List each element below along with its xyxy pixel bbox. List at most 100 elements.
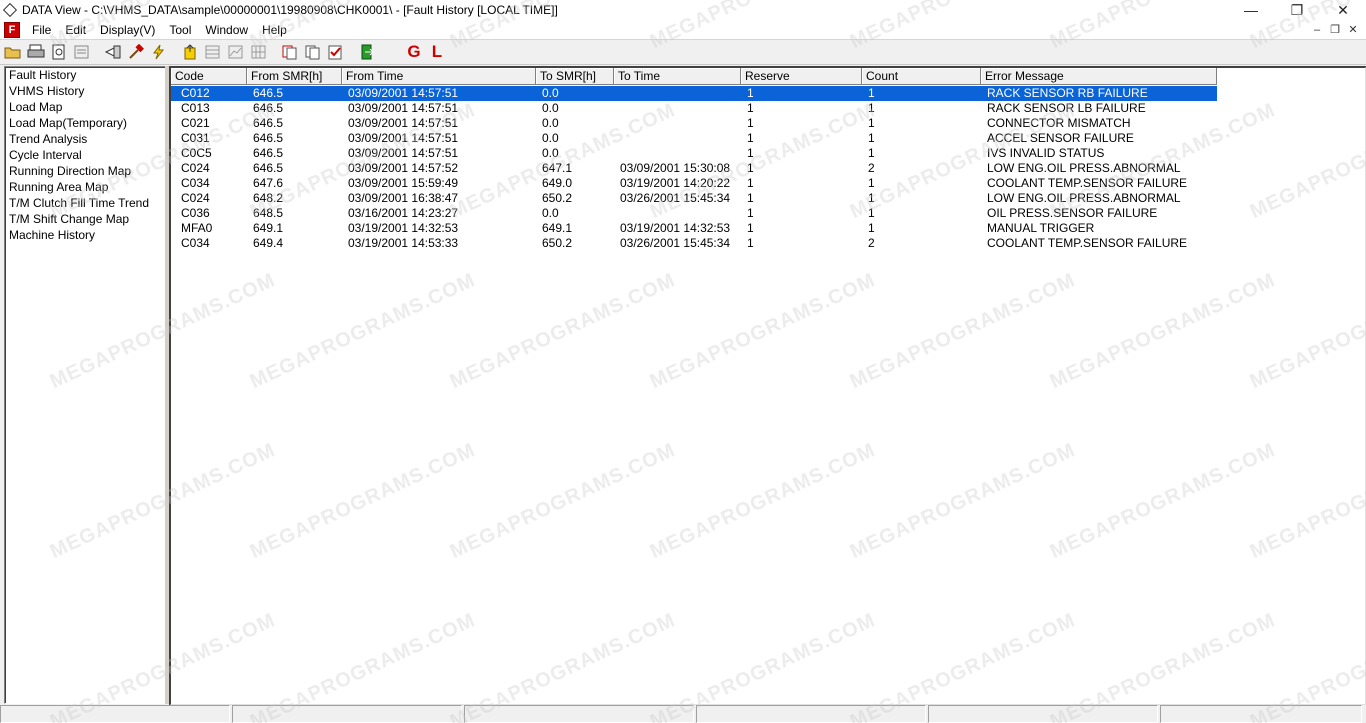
grid-view-icon[interactable] <box>203 42 223 62</box>
table-row[interactable]: C034 647.6 03/09/2001 15:59:49 649.0 03/19/2… <box>171 176 1365 191</box>
cell-reserve: 1 <box>747 176 754 190</box>
cell-to-smr: 649.0 <box>542 176 573 190</box>
cell-count: 2 <box>868 161 875 175</box>
table-row[interactable]: C034 649.4 03/19/2001 14:53:33 650.2 03/26/2… <box>171 236 1365 251</box>
print-preview-icon[interactable] <box>49 42 69 62</box>
check-document-icon[interactable] <box>326 42 346 62</box>
menu-display[interactable]: Display(V) <box>94 23 163 37</box>
column-header-reserve[interactable]: Reserve <box>741 68 862 85</box>
sidebar-item-fault-history[interactable]: Fault History <box>5 67 165 83</box>
table-row[interactable]: MFA0 649.1 03/19/2001 14:32:53 649.1 03/19/2… <box>171 221 1365 236</box>
sidebar-item-running-direction-map[interactable]: Running Direction Map <box>5 163 165 179</box>
sidebar-item-load-map-temporary[interactable]: Load Map(Temporary) <box>5 115 165 131</box>
maximize-button[interactable]: ❐ <box>1274 0 1320 20</box>
status-pane <box>232 705 462 723</box>
cell-to-time <box>614 146 741 161</box>
copy-icon[interactable] <box>280 42 300 62</box>
table-row[interactable]: C031 646.5 03/09/2001 14:57:51 0.0 1 1 ACCEL S… <box>171 131 1365 146</box>
sidebar-item-cycle-interval[interactable]: Cycle Interval <box>5 147 165 163</box>
cell-reserve: 1 <box>747 206 754 220</box>
mdi-minimize-button[interactable]: – <box>1308 20 1326 39</box>
document-icon[interactable]: F <box>4 21 20 38</box>
cell-count: 1 <box>868 116 875 130</box>
lightning-icon[interactable] <box>149 42 169 62</box>
cell-to-smr: 650.2 <box>542 191 573 205</box>
table-view-icon[interactable] <box>249 42 269 62</box>
sidebar-item-clutch-fill-time-trend[interactable]: T/M Clutch Fill Time Trend <box>5 195 165 211</box>
open-folder-icon[interactable] <box>3 42 23 62</box>
sidebar-item-shift-change-map[interactable]: T/M Shift Change Map <box>5 211 165 227</box>
cell-from-smr: 646.5 <box>253 161 284 175</box>
table-row[interactable]: C012 646.5 03/09/2001 14:57:51 0.0 1 1 RACK SE… <box>171 86 1365 101</box>
cell-from-smr: 648.5 <box>253 206 284 220</box>
cell-count: 1 <box>868 101 875 115</box>
sidebar-item-machine-history[interactable]: Machine History <box>5 227 165 243</box>
column-header-error-message[interactable]: Error Message <box>981 68 1217 85</box>
menu-tool[interactable]: Tool <box>163 23 199 37</box>
cell-to-time <box>614 131 741 146</box>
hammer-icon[interactable] <box>126 42 146 62</box>
table-row[interactable]: C0C5 646.5 03/09/2001 14:57:51 0.0 1 1 IVS INV… <box>171 146 1365 161</box>
toolbar: G L <box>0 40 1366 65</box>
cell-reserve: 1 <box>747 161 754 175</box>
graph-g-button[interactable]: G <box>404 42 424 62</box>
menu-window[interactable]: Window <box>199 23 256 37</box>
cell-code: C0C5 <box>181 146 212 160</box>
sidebar-item-vhms-history[interactable]: VHMS History <box>5 83 165 99</box>
cell-to-time: 03/19/2001 14:20:22 <box>620 176 731 190</box>
cell-reserve: 1 <box>741 86 862 101</box>
grid-body: C012 646.5 03/09/2001 14:57:51 0.0 1 1 RACK SE… <box>171 86 1365 251</box>
chart-view-icon[interactable] <box>226 42 246 62</box>
column-header-from-smr[interactable]: From SMR[h] <box>247 68 342 85</box>
menu-help[interactable]: Help <box>256 23 295 37</box>
cell-to-smr: 0.0 <box>542 101 559 115</box>
properties-icon[interactable] <box>72 42 92 62</box>
column-header-count[interactable]: Count <box>862 68 981 85</box>
minimize-button[interactable]: — <box>1228 0 1274 20</box>
cell-to-time: 03/26/2001 15:45:34 <box>620 191 731 205</box>
column-header-from-time[interactable]: From Time <box>342 68 536 85</box>
table-row[interactable]: C024 648.2 03/09/2001 16:38:47 650.2 03/26/2… <box>171 191 1365 206</box>
sidebar-item-running-area-map[interactable]: Running Area Map <box>5 179 165 195</box>
cell-code: C024 <box>181 191 210 205</box>
table-row[interactable]: C024 646.5 03/09/2001 14:57:52 647.1 03/09/2… <box>171 161 1365 176</box>
cell-from-smr: 646.5 <box>247 86 342 101</box>
cell-code: C034 <box>181 176 210 190</box>
mdi-restore-button[interactable]: ❐ <box>1326 20 1344 39</box>
menu-file[interactable]: File <box>26 23 59 37</box>
cell-from-time: 03/09/2001 15:59:49 <box>348 176 459 190</box>
fault-history-grid: Code From SMR[h] From Time To SMR[h] To … <box>169 66 1366 706</box>
cell-error-message: MANUAL TRIGGER <box>987 221 1095 235</box>
export-icon[interactable] <box>180 42 200 62</box>
cell-from-time: 03/19/2001 14:53:33 <box>348 236 459 250</box>
exit-door-icon[interactable] <box>357 42 377 62</box>
cell-from-time: 03/09/2001 14:57:51 <box>348 131 459 145</box>
cell-to-smr: 650.2 <box>542 236 573 250</box>
column-header-code[interactable]: Code <box>171 68 247 85</box>
cell-count: 1 <box>868 146 875 160</box>
cell-reserve: 1 <box>747 236 754 250</box>
menu-bar: F File Edit Display(V) Tool Window Help … <box>0 20 1366 40</box>
close-button[interactable]: ✕ <box>1320 0 1366 20</box>
paste-icon[interactable] <box>303 42 323 62</box>
pointer-icon[interactable] <box>103 42 123 62</box>
cell-from-time: 03/09/2001 14:57:52 <box>348 161 459 175</box>
status-pane <box>0 705 230 723</box>
cell-to-smr: 0.0 <box>542 116 559 130</box>
menu-edit[interactable]: Edit <box>59 23 94 37</box>
mdi-close-button[interactable]: ✕ <box>1344 20 1362 39</box>
sidebar-item-trend-analysis[interactable]: Trend Analysis <box>5 131 165 147</box>
list-l-button[interactable]: L <box>427 42 447 62</box>
cell-error-message: LOW ENG.OIL PRESS.ABNORMAL <box>987 191 1181 205</box>
column-header-to-time[interactable]: To Time <box>614 68 741 85</box>
table-row[interactable]: C013 646.5 03/09/2001 14:57:51 0.0 1 1 RACK SE… <box>171 101 1365 116</box>
status-bar <box>0 705 1366 723</box>
cell-error-message: LOW ENG.OIL PRESS.ABNORMAL <box>987 161 1181 175</box>
print-icon[interactable] <box>26 42 46 62</box>
cell-from-smr: 648.2 <box>253 191 284 205</box>
table-row[interactable]: C021 646.5 03/09/2001 14:57:51 0.0 1 1 CONNECT… <box>171 116 1365 131</box>
sidebar-item-load-map[interactable]: Load Map <box>5 99 165 115</box>
cell-to-smr: 649.1 <box>542 221 573 235</box>
column-header-to-smr[interactable]: To SMR[h] <box>536 68 614 85</box>
table-row[interactable]: C036 648.5 03/16/2001 14:23:27 0.0 1 1 OIL PRE… <box>171 206 1365 221</box>
